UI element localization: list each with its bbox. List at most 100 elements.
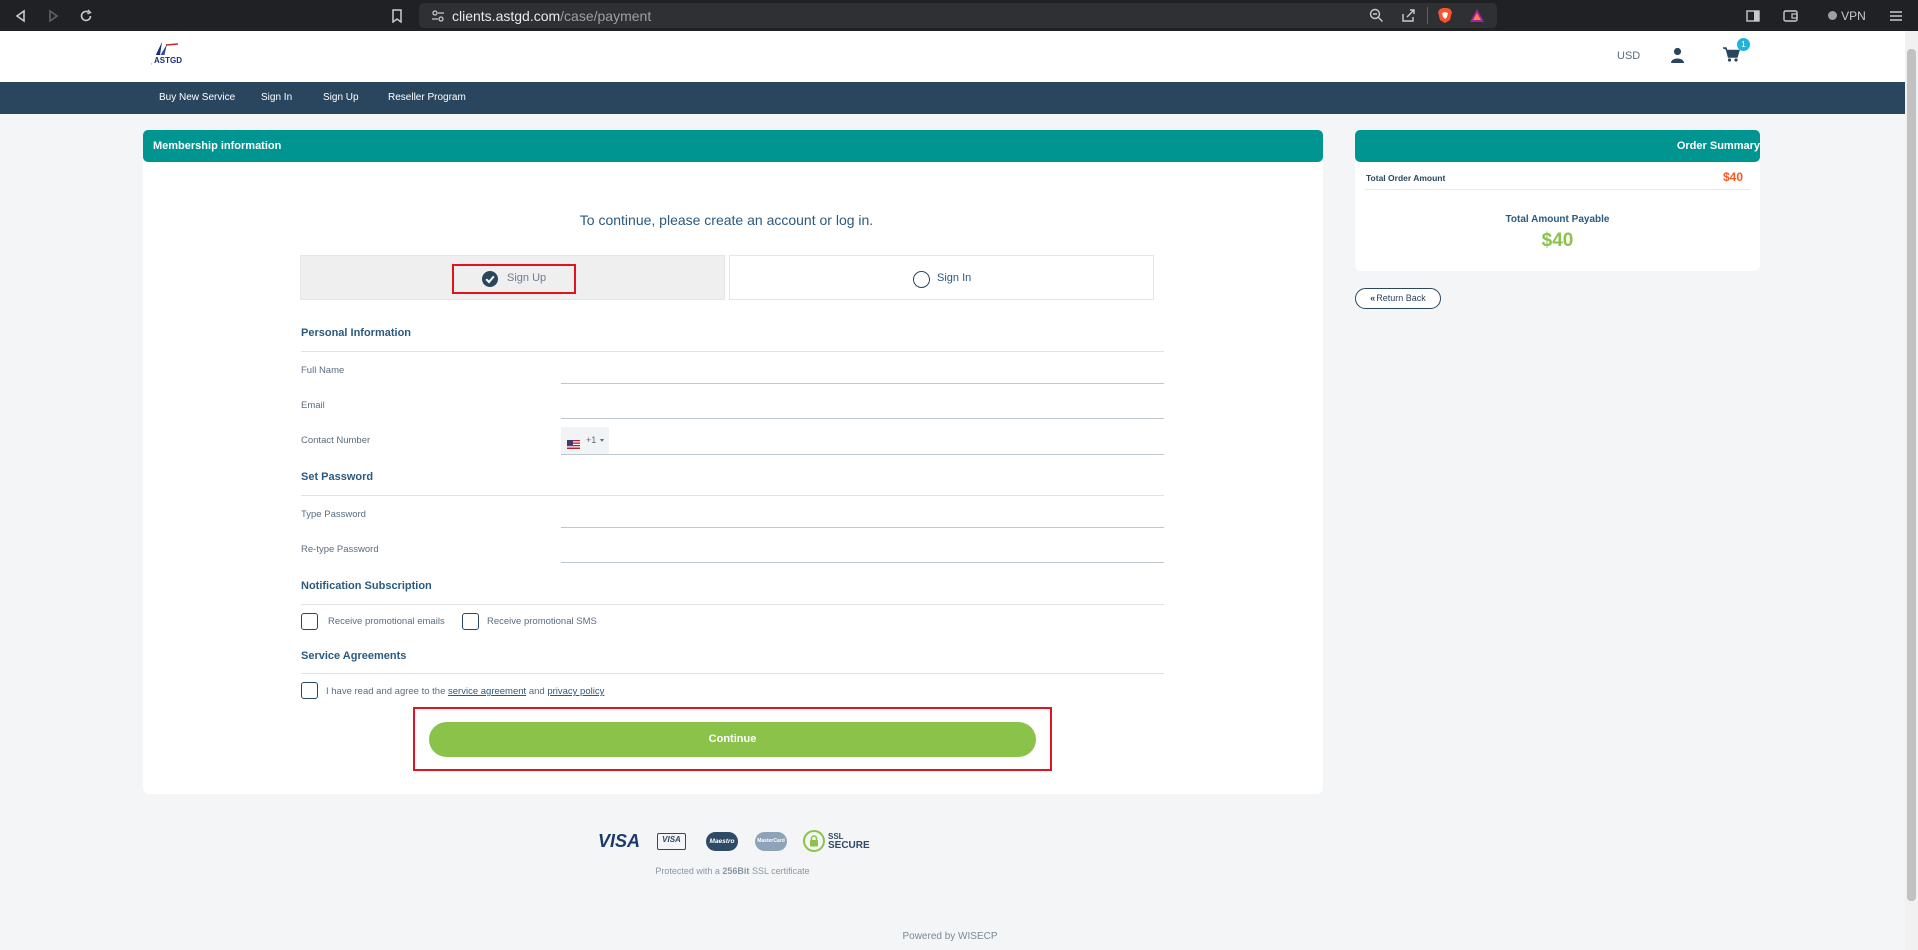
zoom-icon[interactable] [1369,8,1384,28]
ssl-note-bold: 256Bit [722,866,750,876]
continue-button[interactable]: Continue [429,722,1036,757]
contact-number-label: Contact Number [301,435,371,446]
tab-signin-label: Sign In [937,272,972,284]
order-summary-header: Order Summary [1355,130,1760,162]
visa-card-logo: VISA [657,830,686,852]
nav-reseller-program[interactable]: Reseller Program [388,82,466,114]
agreement-text: I have read and agree to the service agr… [326,686,604,697]
vpn-button[interactable]: VPN [1820,0,1874,31]
mastercard-logo: MasterCard [755,830,787,852]
ssl-note-suffix: SSL certificate [751,866,810,876]
bookmark-icon[interactable] [384,0,410,31]
page-scrollbar[interactable] [1905,31,1918,950]
site-settings-icon[interactable] [431,9,445,27]
scrollbar-thumb[interactable] [1907,49,1916,901]
retype-password-underline [561,562,1164,563]
menu-icon[interactable] [1884,0,1908,31]
promo-emails-checkbox[interactable] [301,613,318,630]
email-label: Email [301,400,325,411]
agreement-prefix: I have read and agree to the [326,686,446,697]
reload-icon[interactable] [73,0,99,31]
wallet-icon[interactable] [1779,0,1801,31]
main-nav: Buy New Service Sign In Sign Up Reseller… [0,82,1905,114]
visa-card-label: VISA [657,832,686,850]
privacy-policy-link[interactable]: privacy policy [547,686,604,697]
maestro-logo: Maestro [706,830,738,852]
lock-icon [803,830,825,852]
agreements-title: Service Agreements [301,650,407,662]
astgd-logo[interactable]: ASTGD [148,39,182,69]
ssl-secure-text: SSL SECURE [828,832,870,851]
contact-underline [561,454,1164,455]
type-password-input[interactable] [561,502,1164,527]
mastercard-label: MasterCard [755,831,787,851]
contact-number-input[interactable] [612,427,1164,454]
order-summary-title: Order Summary [1676,140,1760,152]
ssl-secure-logo: SSL SECURE [803,830,873,852]
intro-text: To continue, please create an account or… [579,212,874,228]
divider [1427,7,1428,24]
agreement-and: and [528,686,545,697]
return-back-button[interactable]: «Return Back [1355,288,1441,309]
total-order-value: $40 [1722,170,1743,184]
nav-buy-new-service[interactable]: Buy New Service [159,82,235,114]
address-bar[interactable]: clients.astgd.com/case/payment [419,3,1497,28]
radio-circle-icon [913,271,930,288]
full-name-underline [561,383,1164,384]
section-divider [301,351,1164,352]
svg-text:ASTGD: ASTGD [154,56,182,65]
vpn-status-icon [1828,11,1838,20]
full-name-label: Full Name [301,365,345,376]
email-input[interactable] [561,393,1164,418]
secure-label: SECURE [828,840,870,851]
back-icon[interactable] [8,0,34,31]
promo-sms-checkbox[interactable] [462,613,479,630]
account-icon[interactable] [1670,47,1685,68]
summary-divider [1365,189,1750,190]
country-code-dropdown[interactable]: +1 [561,427,609,454]
share-icon[interactable] [1401,8,1416,28]
full-name-input[interactable] [561,358,1164,383]
currency-selector[interactable]: USD [1617,50,1640,62]
url-host: clients.astgd.com [452,8,561,24]
section-divider [301,673,1164,674]
type-password-underline [561,527,1164,528]
total-payable-label: Total Amount Payable [1505,214,1610,225]
browser-toolbar: clients.astgd.com/case/payment VPN [0,0,1918,31]
ssl-note-prefix: Protected with a [655,866,720,876]
service-agreement-link[interactable]: service agreement [448,686,526,697]
tab-signin[interactable]: Sign In [729,255,1154,300]
visa-logo: VISA [597,830,640,851]
order-summary-card: Order Summary Total Order Amount $40 Tot… [1355,130,1760,271]
signup-highlight-frame [452,264,576,294]
brave-shields-icon[interactable] [1437,7,1453,29]
maestro-label: Maestro [706,831,738,851]
promo-sms-label: Receive promotional SMS [487,616,597,627]
vpn-label: VPN [1841,8,1866,23]
double-chevron-left-icon: « [1370,293,1376,303]
brave-rewards-icon[interactable] [1469,8,1485,28]
retype-password-label: Re-type Password [301,544,379,555]
forward-icon[interactable] [40,0,66,31]
section-divider [301,495,1164,496]
nav-sign-in[interactable]: Sign In [261,82,292,114]
dropdown-caret-icon [600,439,604,442]
phone-code: +1 [586,435,597,445]
total-payable-value: $40 [1541,230,1574,251]
us-flag-icon [567,436,580,449]
cart-icon[interactable] [1722,46,1740,67]
notification-title: Notification Subscription [301,580,432,592]
retype-password-input[interactable] [561,537,1164,562]
url-text: clients.astgd.com/case/payment [452,8,651,24]
agreement-checkbox[interactable] [301,682,318,699]
return-back-label: Return Back [1376,293,1426,303]
nav-sign-up[interactable]: Sign Up [323,82,359,114]
section-divider [301,604,1164,605]
site-header: ASTGD USD 1 [0,31,1905,82]
personal-info-title: Personal Information [301,327,412,339]
type-password-label: Type Password [301,509,366,520]
ssl-note: Protected with a 256Bit SSL certificate [600,866,865,876]
cart-count-badge: 1 [1737,38,1750,51]
sidebar-icon[interactable] [1742,0,1764,31]
powered-by[interactable]: Powered by WISECP [850,931,1050,942]
